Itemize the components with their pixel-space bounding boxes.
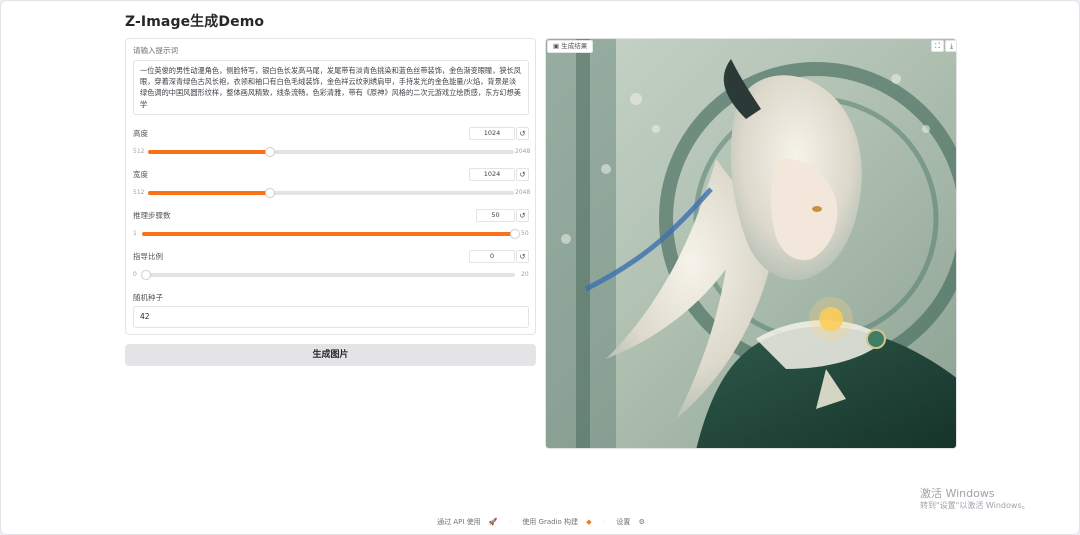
guidance-slider-thumb[interactable] bbox=[141, 270, 151, 280]
output-image-panel: ▣ 生成结果 ⛶ ⤓ bbox=[545, 38, 957, 449]
guidance-reset-icon[interactable]: ↺ bbox=[516, 250, 529, 263]
footer-api-link[interactable]: 通过 API 使用 🚀 bbox=[434, 518, 500, 526]
height-slider-thumb[interactable] bbox=[264, 147, 275, 157]
windows-activation-title: 激活 Windows bbox=[920, 487, 995, 500]
footer-settings-link[interactable]: 设置 ⚙ bbox=[613, 518, 648, 526]
output-badge-label: 生成结果 bbox=[561, 42, 588, 50]
image-icon: ▣ bbox=[553, 42, 560, 50]
seed-input[interactable]: 42 bbox=[133, 306, 529, 328]
footer-gradio-label: 使用 Gradio 构建 bbox=[522, 518, 579, 526]
page-title: Z-Image生成Demo bbox=[125, 14, 265, 30]
fullscreen-icon[interactable]: ⛶ bbox=[931, 40, 944, 52]
height-number-input[interactable]: 1024 bbox=[469, 127, 515, 140]
footer-separator: · bbox=[602, 518, 606, 526]
width-max: 2048 bbox=[515, 189, 531, 196]
download-icon[interactable]: ⤓ bbox=[945, 40, 956, 52]
height-min: 512 bbox=[133, 148, 145, 155]
width-label: 宽度 bbox=[133, 170, 148, 179]
app-window: Z-Image生成Demo 请输入提示词 一位英俊的男性动漫角色，侧脸特写，银白… bbox=[0, 0, 1080, 535]
windows-activation-subtitle: 转到"设置"以激活 Windows。 bbox=[920, 501, 1030, 510]
height-max: 2048 bbox=[515, 148, 531, 155]
generated-image bbox=[546, 39, 956, 448]
steps-reset-icon[interactable]: ↺ bbox=[516, 209, 529, 222]
guidance-label: 指导比例 bbox=[133, 252, 163, 261]
seed-label: 随机种子 bbox=[133, 293, 163, 302]
rocket-icon: 🚀 bbox=[488, 518, 498, 526]
steps-label: 推理步骤数 bbox=[133, 211, 171, 220]
steps-number-input[interactable]: 50 bbox=[476, 209, 515, 222]
guidance-number-input[interactable]: 0 bbox=[469, 250, 515, 263]
generate-button[interactable]: 生成图片 bbox=[125, 344, 536, 366]
width-slider-thumb[interactable] bbox=[264, 188, 275, 198]
gradio-logo-icon: ◆ bbox=[586, 518, 592, 526]
steps-max: 50 bbox=[521, 230, 529, 237]
width-slider-fill bbox=[148, 191, 270, 195]
width-number-input[interactable]: 1024 bbox=[469, 168, 515, 181]
steps-slider-fill bbox=[142, 232, 515, 236]
guidance-max: 20 bbox=[521, 271, 529, 278]
height-reset-icon[interactable]: ↺ bbox=[516, 127, 529, 140]
footer: 通过 API 使用 🚀 · 使用 Gradio 构建 ◆ · 设置 ⚙ bbox=[1, 517, 1080, 527]
steps-slider-thumb[interactable] bbox=[510, 229, 520, 239]
steps-min: 1 bbox=[133, 230, 137, 237]
prompt-textarea[interactable]: 一位英俊的男性动漫角色，侧脸特写，银白色长发高马尾，发尾带有淡青色挑染和蓝色丝带… bbox=[133, 60, 529, 115]
width-min: 512 bbox=[133, 189, 145, 196]
gear-icon: ⚙ bbox=[638, 518, 645, 526]
width-slider[interactable] bbox=[148, 188, 514, 198]
footer-settings-label: 设置 bbox=[616, 518, 631, 526]
controls-panel: 请输入提示词 一位英俊的男性动漫角色，侧脸特写，银白色长发高马尾，发尾带有淡青色… bbox=[125, 38, 536, 335]
footer-separator: · bbox=[508, 518, 512, 526]
footer-gradio-link[interactable]: 使用 Gradio 构建 ◆ bbox=[519, 518, 594, 526]
height-label: 高度 bbox=[133, 129, 148, 138]
steps-slider[interactable] bbox=[142, 229, 520, 239]
output-badge: ▣ 生成结果 bbox=[547, 40, 594, 53]
width-reset-icon[interactable]: ↺ bbox=[516, 168, 529, 181]
prompt-label: 请输入提示词 bbox=[133, 46, 178, 55]
guidance-slider[interactable] bbox=[141, 270, 515, 280]
height-slider-fill bbox=[148, 150, 270, 154]
height-slider[interactable] bbox=[148, 147, 514, 157]
footer-api-label: 通过 API 使用 bbox=[437, 518, 481, 526]
guidance-min: 0 bbox=[133, 271, 137, 278]
